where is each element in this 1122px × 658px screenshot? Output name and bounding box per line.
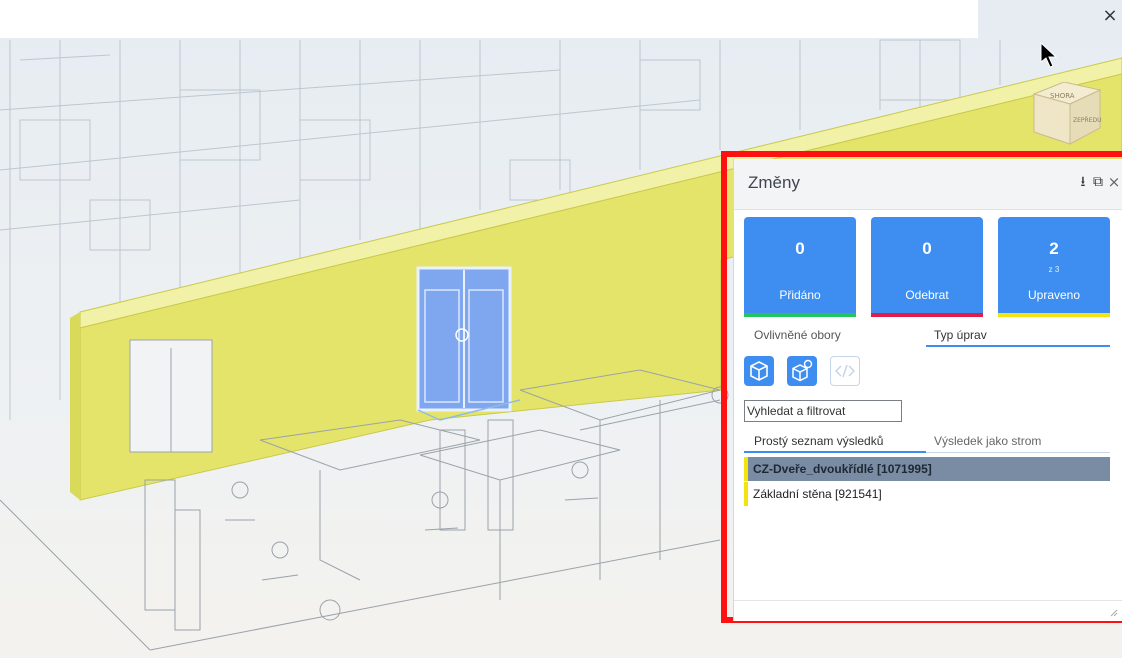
- removed-count: 0: [922, 239, 932, 258]
- download-icon[interactable]: ⭳: [1075, 173, 1091, 191]
- code-icon: [834, 364, 856, 378]
- viewcube-top-label: SHORA: [1050, 92, 1075, 100]
- search-input[interactable]: Vyhledat a filtrovat: [744, 400, 902, 422]
- tab-flat-list[interactable]: Prostý seznam výsledků: [754, 434, 883, 448]
- added-label: Přidáno: [779, 288, 821, 302]
- removed-accent-bar: [871, 313, 983, 317]
- model-settings-button[interactable]: [787, 356, 817, 386]
- panel-header: Změny ⭳ ⧉ ×: [734, 159, 1122, 210]
- cube-gear-icon: [792, 359, 813, 382]
- modified-card[interactable]: 2 z 3 Upraveno: [998, 217, 1110, 317]
- removed-card[interactable]: 0 Odebrat: [871, 217, 983, 317]
- tab-tree-view[interactable]: Výsledek jako strom: [934, 434, 1041, 448]
- added-accent-bar: [744, 313, 856, 317]
- mouse-cursor-icon: [1040, 42, 1058, 68]
- active-result-tab-indicator: [744, 451, 926, 453]
- removed-label: Odebrat: [905, 288, 949, 302]
- modified-accent-bar: [998, 313, 1110, 317]
- result-label: CZ-Dveře_dvoukřídlé [1071995]: [753, 462, 932, 476]
- added-count: 0: [795, 239, 805, 258]
- cube-icon: [750, 361, 768, 381]
- top-bar: [0, 0, 978, 38]
- close-icon[interactable]: ×: [1100, 6, 1120, 26]
- modified-label: Upraveno: [1027, 288, 1081, 302]
- row-color-marker: [744, 457, 748, 481]
- panel-title: Změny: [748, 173, 800, 192]
- panel-footer-divider: [734, 600, 1122, 601]
- added-card[interactable]: 0 Přidáno: [744, 217, 856, 317]
- result-tab-divider: [926, 452, 1110, 453]
- view-3d-button[interactable]: [744, 356, 774, 386]
- close-icon[interactable]: ×: [1106, 173, 1122, 191]
- result-row[interactable]: CZ-Dveře_dvoukřídlé [1071995]: [744, 457, 1110, 481]
- result-row[interactable]: Základní stěna [921541]: [744, 482, 1110, 506]
- popout-icon[interactable]: ⧉: [1090, 173, 1106, 191]
- result-label: Základní stěna [921541]: [753, 487, 882, 501]
- active-tab-indicator: [926, 345, 1110, 347]
- modified-sub: z 3: [1048, 265, 1060, 274]
- modified-count: 2: [1049, 239, 1059, 258]
- row-color-marker: [744, 482, 748, 506]
- code-view-button[interactable]: [830, 356, 860, 386]
- resize-grip-icon[interactable]: [1108, 607, 1118, 617]
- changes-panel: Změny ⭳ ⧉ × 0 Přidáno 0 Odebrat 2 z 3 Up…: [733, 159, 1122, 621]
- tab-affected-disciplines[interactable]: Ovlivněné obory: [754, 328, 841, 342]
- view-cube[interactable]: SHORA ZEPŘEDU: [1018, 82, 1118, 152]
- selected-door: [416, 266, 521, 421]
- viewcube-front-label: ZEPŘEDU: [1073, 116, 1102, 124]
- tab-modification-type[interactable]: Typ úprav: [934, 328, 987, 342]
